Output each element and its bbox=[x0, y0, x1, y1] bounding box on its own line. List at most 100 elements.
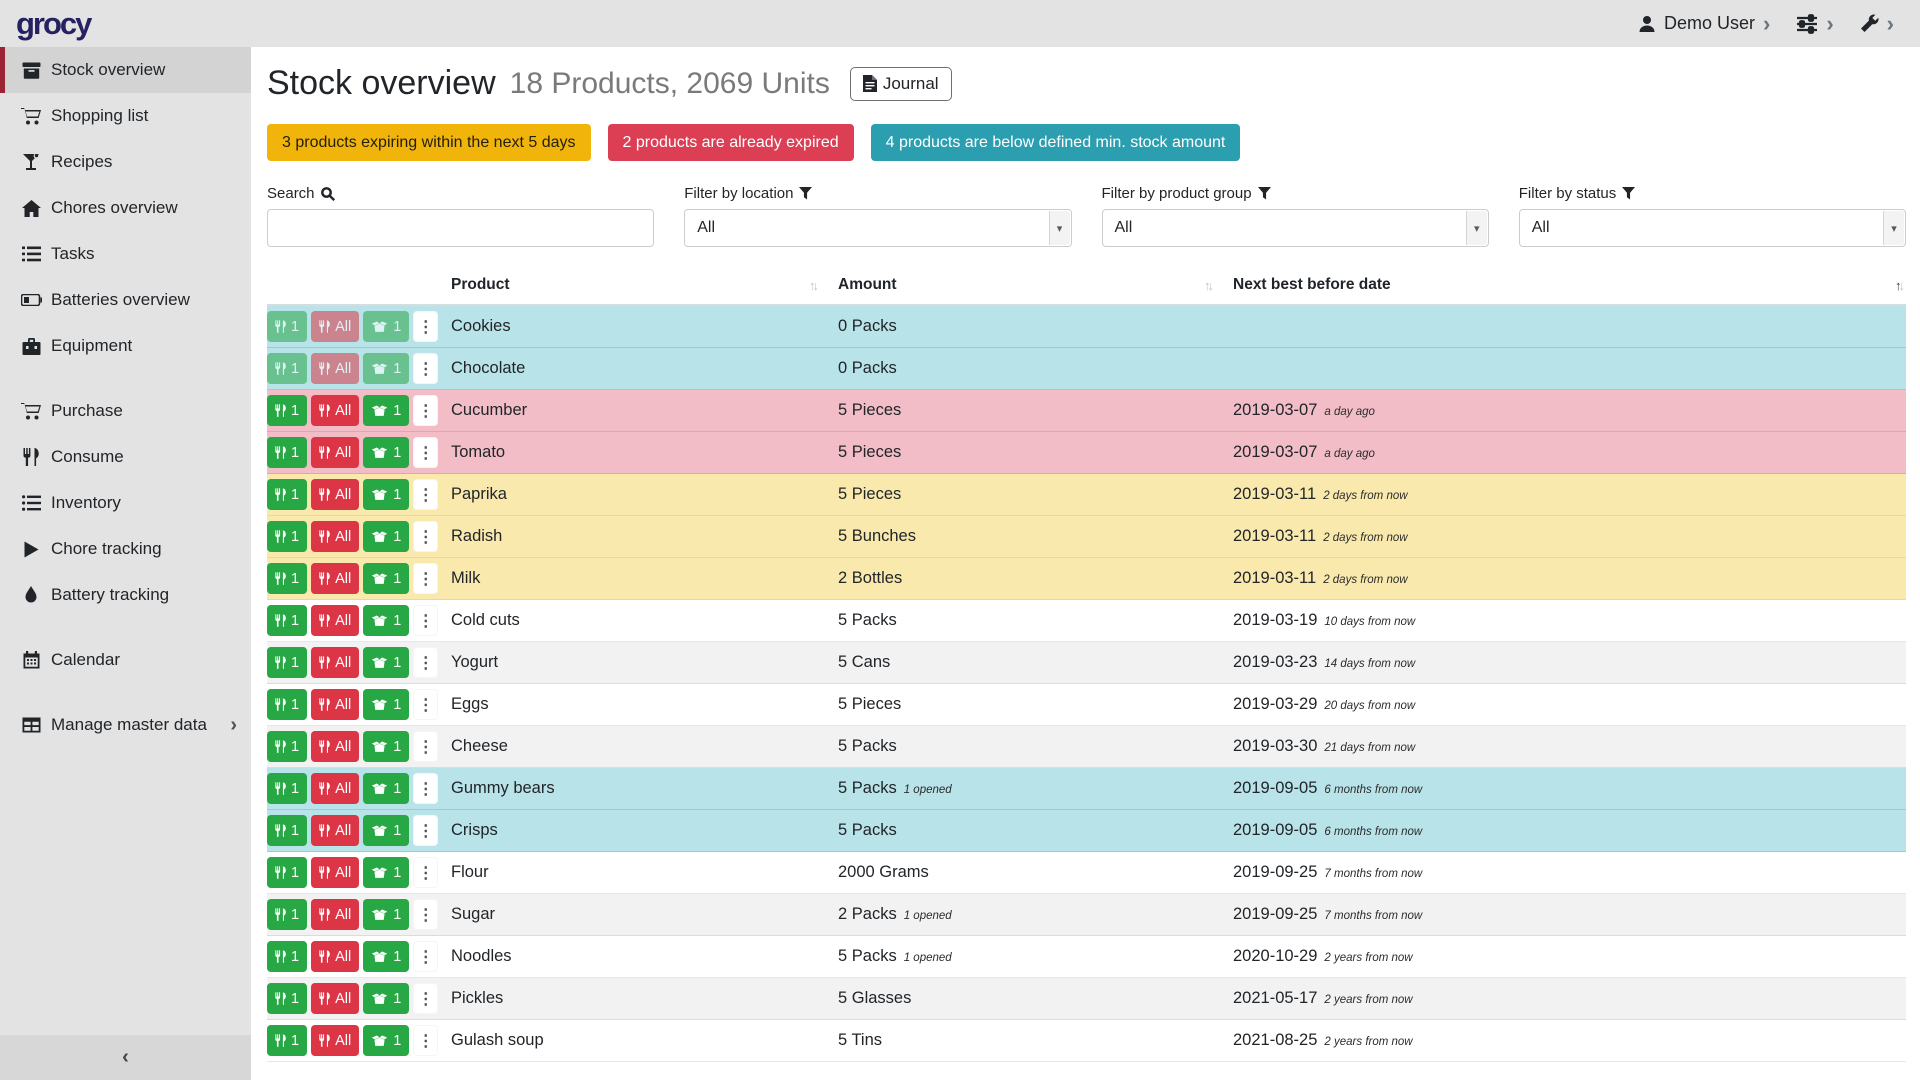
sidebar-item-calendar[interactable]: Calendar bbox=[0, 637, 251, 683]
row-menu-button[interactable]: ⋮ bbox=[413, 731, 438, 762]
consume-one-button[interactable]: 1 bbox=[267, 437, 307, 468]
row-menu-button[interactable]: ⋮ bbox=[413, 605, 438, 636]
row-menu-button[interactable]: ⋮ bbox=[413, 773, 438, 804]
settings-menu[interactable]: › bbox=[1796, 13, 1833, 35]
below-min-stock-badge[interactable]: 4 products are below defined min. stock … bbox=[871, 124, 1241, 161]
open-one-button[interactable]: 1 bbox=[363, 857, 409, 888]
open-one-button[interactable]: 1 bbox=[363, 941, 409, 972]
row-menu-button[interactable]: ⋮ bbox=[413, 899, 438, 930]
consume-one-button[interactable]: 1 bbox=[267, 983, 307, 1014]
open-one-button[interactable]: 1 bbox=[363, 647, 409, 678]
consume-all-button[interactable]: All bbox=[311, 689, 359, 720]
row-menu-button[interactable]: ⋮ bbox=[413, 857, 438, 888]
consume-one-button[interactable]: 1 bbox=[267, 941, 307, 972]
open-one-button[interactable]: 1 bbox=[363, 815, 409, 846]
consume-all-button[interactable]: All bbox=[311, 521, 359, 552]
consume-all-button[interactable]: All bbox=[311, 647, 359, 678]
consume-all-button[interactable]: All bbox=[311, 479, 359, 510]
consume-all-button[interactable]: All bbox=[311, 395, 359, 426]
consume-one-button[interactable]: 1 bbox=[267, 899, 307, 930]
consume-all-button[interactable]: All bbox=[311, 773, 359, 804]
consume-all-button[interactable]: All bbox=[311, 731, 359, 762]
open-one-button[interactable]: 1 bbox=[363, 605, 409, 636]
consume-one-button[interactable]: 1 bbox=[267, 311, 307, 342]
consume-one-button[interactable]: 1 bbox=[267, 689, 307, 720]
consume-one-button[interactable]: 1 bbox=[267, 647, 307, 678]
sidebar-item-recipes[interactable]: Recipes bbox=[0, 139, 251, 185]
expired-products-badge[interactable]: 2 products are already expired bbox=[608, 124, 854, 161]
open-one-button[interactable]: 1 bbox=[363, 689, 409, 720]
sidebar-item-shopping-list[interactable]: Shopping list bbox=[0, 93, 251, 139]
row-menu-button[interactable]: ⋮ bbox=[413, 437, 438, 468]
consume-all-button[interactable]: All bbox=[311, 941, 359, 972]
row-menu-button[interactable]: ⋮ bbox=[413, 353, 438, 384]
open-one-button[interactable]: 1 bbox=[363, 521, 409, 552]
sidebar-item-chore-tracking[interactable]: Chore tracking bbox=[0, 526, 251, 572]
consume-one-button[interactable]: 1 bbox=[267, 395, 307, 426]
search-input[interactable] bbox=[267, 209, 654, 247]
column-header-product[interactable]: Product ↑↓ bbox=[451, 276, 838, 294]
consume-all-button[interactable]: All bbox=[311, 815, 359, 846]
status-filter-select[interactable]: All ▾ bbox=[1519, 209, 1906, 247]
row-menu-button[interactable]: ⋮ bbox=[413, 983, 438, 1014]
row-menu-button[interactable]: ⋮ bbox=[413, 647, 438, 678]
consume-one-button[interactable]: 1 bbox=[267, 605, 307, 636]
consume-all-button[interactable]: All bbox=[311, 605, 359, 636]
sidebar-item-consume[interactable]: Consume bbox=[0, 434, 251, 480]
row-menu-button[interactable]: ⋮ bbox=[413, 395, 438, 426]
consume-all-button[interactable]: All bbox=[311, 1025, 359, 1056]
consume-all-button[interactable]: All bbox=[311, 353, 359, 384]
consume-all-button[interactable]: All bbox=[311, 437, 359, 468]
journal-button[interactable]: Journal bbox=[850, 67, 952, 101]
column-header-date[interactable]: Next best before date ↑↓ bbox=[1233, 276, 1906, 294]
open-one-button[interactable]: 1 bbox=[363, 563, 409, 594]
open-one-button[interactable]: 1 bbox=[363, 395, 409, 426]
admin-menu[interactable]: › bbox=[1860, 13, 1894, 35]
consume-one-button[interactable]: 1 bbox=[267, 1025, 307, 1056]
column-header-amount[interactable]: Amount ↑↓ bbox=[838, 276, 1233, 294]
sidebar-item-purchase[interactable]: Purchase bbox=[0, 388, 251, 434]
consume-all-button[interactable]: All bbox=[311, 563, 359, 594]
consume-all-button[interactable]: All bbox=[311, 311, 359, 342]
consume-one-button[interactable]: 1 bbox=[267, 857, 307, 888]
location-filter-select[interactable]: All ▾ bbox=[684, 209, 1071, 247]
consume-one-button[interactable]: 1 bbox=[267, 479, 307, 510]
sidebar-item-batteries-overview[interactable]: Batteries overview bbox=[0, 277, 251, 323]
consume-one-button[interactable]: 1 bbox=[267, 353, 307, 384]
consume-one-button[interactable]: 1 bbox=[267, 521, 307, 552]
open-one-button[interactable]: 1 bbox=[363, 353, 409, 384]
row-menu-button[interactable]: ⋮ bbox=[413, 563, 438, 594]
row-menu-button[interactable]: ⋮ bbox=[413, 815, 438, 846]
sidebar-item-stock-overview[interactable]: Stock overview bbox=[0, 47, 251, 93]
sidebar-item-battery-tracking[interactable]: Battery tracking bbox=[0, 572, 251, 618]
row-menu-button[interactable]: ⋮ bbox=[413, 941, 438, 972]
row-menu-button[interactable]: ⋮ bbox=[413, 479, 438, 510]
consume-one-button[interactable]: 1 bbox=[267, 563, 307, 594]
open-one-button[interactable]: 1 bbox=[363, 437, 409, 468]
sidebar-item-tasks[interactable]: Tasks bbox=[0, 231, 251, 277]
product-group-filter-select[interactable]: All ▾ bbox=[1102, 209, 1489, 247]
consume-all-button[interactable]: All bbox=[311, 899, 359, 930]
consume-one-button[interactable]: 1 bbox=[267, 815, 307, 846]
row-menu-button[interactable]: ⋮ bbox=[413, 521, 438, 552]
sidebar-item-chores-overview[interactable]: Chores overview bbox=[0, 185, 251, 231]
sidebar-item-inventory[interactable]: Inventory bbox=[0, 480, 251, 526]
row-menu-button[interactable]: ⋮ bbox=[413, 689, 438, 720]
user-menu[interactable]: Demo User › bbox=[1638, 13, 1770, 35]
open-one-button[interactable]: 1 bbox=[363, 731, 409, 762]
sidebar-item-equipment[interactable]: Equipment bbox=[0, 323, 251, 369]
open-one-button[interactable]: 1 bbox=[363, 311, 409, 342]
consume-one-button[interactable]: 1 bbox=[267, 731, 307, 762]
row-menu-button[interactable]: ⋮ bbox=[413, 1025, 438, 1056]
consume-all-button[interactable]: All bbox=[311, 983, 359, 1014]
sidebar-item-manage-master-data[interactable]: Manage master data › bbox=[0, 702, 251, 748]
consume-one-button[interactable]: 1 bbox=[267, 773, 307, 804]
open-one-button[interactable]: 1 bbox=[363, 899, 409, 930]
row-menu-button[interactable]: ⋮ bbox=[413, 311, 438, 342]
open-one-button[interactable]: 1 bbox=[363, 1025, 409, 1056]
open-one-button[interactable]: 1 bbox=[363, 479, 409, 510]
consume-all-button[interactable]: All bbox=[311, 857, 359, 888]
app-logo[interactable]: grocy bbox=[16, 6, 90, 42]
open-one-button[interactable]: 1 bbox=[363, 773, 409, 804]
expiring-products-badge[interactable]: 3 products expiring within the next 5 da… bbox=[267, 124, 591, 161]
